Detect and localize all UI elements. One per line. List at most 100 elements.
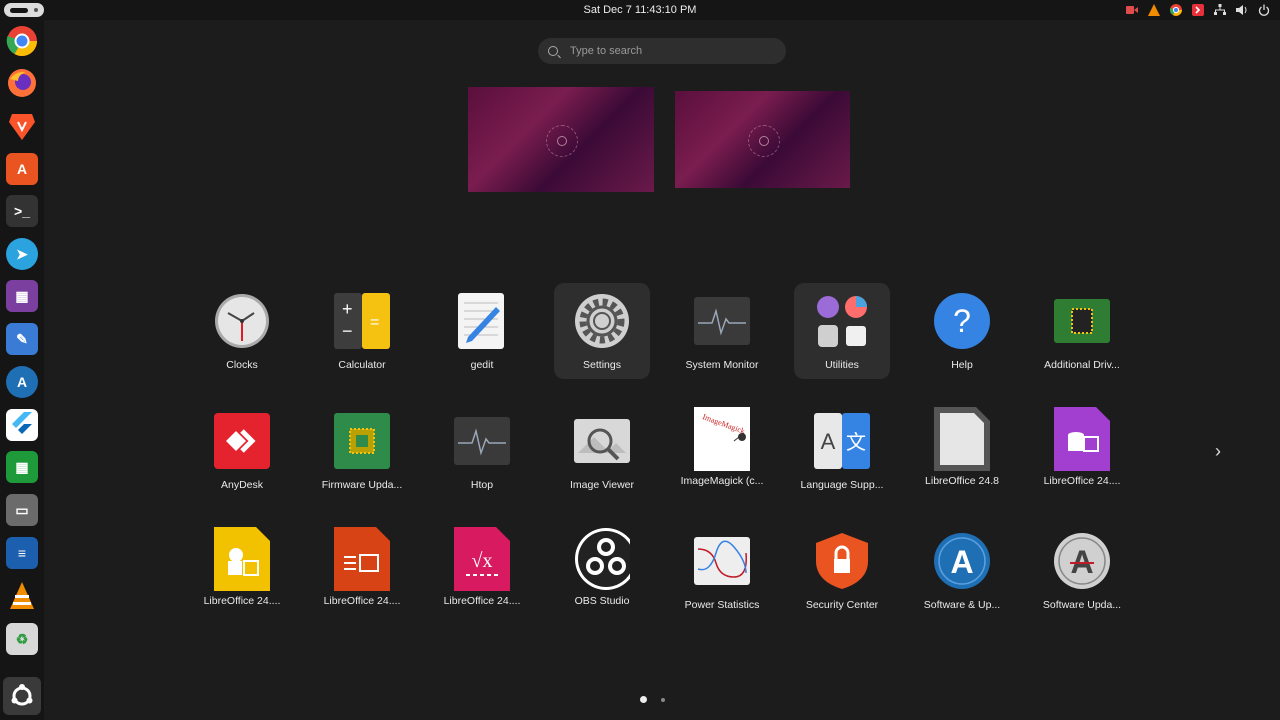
app-tile[interactable]: Power Statistics — [674, 523, 770, 619]
calculator-icon: + − = — [334, 293, 390, 349]
workspace-thumbnail-1[interactable] — [468, 87, 654, 192]
dock-text-editor-icon[interactable]: ✎ — [6, 323, 38, 355]
screencast-icon[interactable] — [1124, 3, 1140, 17]
power-statistics-icon — [694, 533, 750, 589]
app-label: Language Supp... — [800, 479, 884, 491]
app-label: LibreOffice 24.... — [1043, 475, 1121, 487]
app-label: Security Center — [805, 599, 879, 611]
htop-icon — [454, 413, 510, 469]
vlc-icon[interactable] — [1146, 3, 1162, 17]
dock-flutter-icon[interactable] — [6, 409, 38, 441]
app-tile[interactable]: LibreOffice 24.... — [314, 523, 410, 619]
language-icon: A文 — [814, 413, 870, 469]
search-input[interactable] — [568, 44, 762, 58]
app-tile[interactable]: Image Viewer — [554, 403, 650, 499]
dock-show-apps-icon[interactable] — [3, 677, 41, 715]
app-tile[interactable]: LibreOffice 24.8 — [914, 403, 1010, 499]
svg-text:+: + — [342, 299, 353, 319]
power-icon[interactable] — [1256, 3, 1272, 17]
dock-libreoffice-writer-icon[interactable]: ≡ — [6, 537, 38, 569]
dock-google-chrome-icon[interactable] — [6, 25, 38, 57]
dock-firefox-icon[interactable] — [6, 67, 38, 99]
app-tile[interactable]: A Software & Up... — [914, 523, 1010, 619]
app-label: Help — [951, 359, 973, 371]
app-tile[interactable]: A Software Upda... — [1034, 523, 1130, 619]
page-dot-1[interactable] — [640, 696, 647, 703]
app-tile[interactable]: Clocks — [194, 283, 290, 379]
app-label: Settings — [583, 359, 621, 371]
dock-app-center-icon[interactable]: A — [6, 153, 38, 185]
app-label: Htop — [470, 479, 494, 491]
dock-brave-icon[interactable] — [6, 110, 38, 142]
dock-vlc-icon[interactable] — [6, 580, 38, 612]
app-label: Calculator — [338, 359, 386, 371]
app-tile[interactable]: ImageMagick ImageMagick (c... — [674, 403, 770, 499]
libreoffice-impress-icon — [334, 527, 390, 591]
app-tile[interactable]: LibreOffice 24.... — [1034, 403, 1130, 499]
svg-text:A: A — [821, 429, 836, 454]
ubuntu-wallpaper-logo — [747, 124, 780, 157]
app-tile[interactable]: Utilities — [794, 283, 890, 379]
app-label: Software & Up... — [923, 599, 1001, 611]
activities-button[interactable] — [4, 3, 44, 17]
software-updater-icon: A — [1054, 533, 1110, 589]
svg-text:A: A — [950, 544, 973, 580]
libreoffice-draw-icon — [214, 527, 270, 591]
app-tile[interactable]: System Monitor — [674, 283, 770, 379]
app-tile[interactable]: √x LibreOffice 24.... — [434, 523, 530, 619]
svg-text:−: − — [342, 321, 353, 341]
app-tile[interactable]: ? Help — [914, 283, 1010, 379]
app-tile[interactable]: Firmware Upda... — [314, 403, 410, 499]
obs-icon — [574, 528, 630, 590]
app-label: Power Statistics — [684, 599, 760, 611]
app-tile[interactable]: OBS Studio — [554, 523, 650, 619]
svg-text:√x: √x — [472, 550, 493, 572]
app-tile[interactable]: A 文 Language Supp... — [794, 403, 890, 499]
svg-text:?: ? — [953, 303, 971, 339]
app-label: Image Viewer — [569, 479, 634, 491]
app-label: LibreOffice 24.... — [443, 595, 521, 607]
system-tray[interactable] — [1124, 2, 1272, 18]
svg-text:文: 文 — [846, 431, 866, 454]
anydesk-icon[interactable] — [1190, 3, 1206, 17]
volume-icon[interactable] — [1234, 3, 1250, 17]
app-label: OBS Studio — [574, 595, 630, 607]
app-tile[interactable]: gedit — [434, 283, 530, 379]
app-tile[interactable]: Additional Driv... — [1034, 283, 1130, 379]
chip-icon — [1054, 293, 1110, 349]
clock[interactable]: Sat Dec 7 11:43:10 PM — [584, 4, 697, 16]
chrome-icon[interactable] — [1168, 3, 1184, 17]
anydesk-icon — [214, 413, 270, 469]
security-center-icon — [814, 533, 870, 589]
app-label: Firmware Upda... — [321, 479, 403, 491]
dock-trash-icon[interactable]: ♻ — [6, 623, 38, 655]
app-tile[interactable]: Htop — [434, 403, 530, 499]
search-bar[interactable] — [538, 38, 786, 64]
app-label: LibreOffice 24.... — [203, 595, 281, 607]
clock-icon — [214, 293, 270, 349]
ubuntu-wallpaper-logo — [546, 124, 578, 157]
imagemagick-icon: ImageMagick — [694, 407, 750, 471]
app-tile[interactable]: Settings — [554, 283, 650, 379]
dock-files-icon[interactable]: ▭ — [6, 494, 38, 526]
dock-software-updater-icon[interactable]: A — [6, 366, 38, 398]
libreoffice-math-icon: √x — [454, 527, 510, 591]
dock-terminal-icon[interactable]: >_ — [6, 195, 38, 227]
settings-icon — [574, 293, 630, 349]
libreoffice-base-icon — [1054, 407, 1110, 471]
dock-video-app-icon[interactable]: ▦ — [6, 280, 38, 312]
next-page-arrow[interactable]: › — [1210, 440, 1226, 462]
page-indicator — [640, 696, 665, 703]
app-tile[interactable]: LibreOffice 24.... — [194, 523, 290, 619]
dock-telegram-icon[interactable]: ➤ — [6, 238, 38, 270]
workspace-thumbnail-2[interactable] — [675, 91, 850, 188]
app-label: Utilities — [825, 359, 859, 371]
app-tile[interactable]: AnyDesk — [194, 403, 290, 499]
app-tile[interactable]: Security Center — [794, 523, 890, 619]
page-dot-2[interactable] — [661, 697, 665, 702]
dock: A >_ ➤ ▦ ✎ A ▦ ▭ ≡ ♻ — [0, 20, 44, 720]
network-icon[interactable] — [1212, 3, 1228, 17]
libreoffice-icon — [934, 407, 990, 471]
dock-libreoffice-calc-icon[interactable]: ▦ — [6, 451, 38, 483]
app-tile[interactable]: + − = Calculator — [314, 283, 410, 379]
